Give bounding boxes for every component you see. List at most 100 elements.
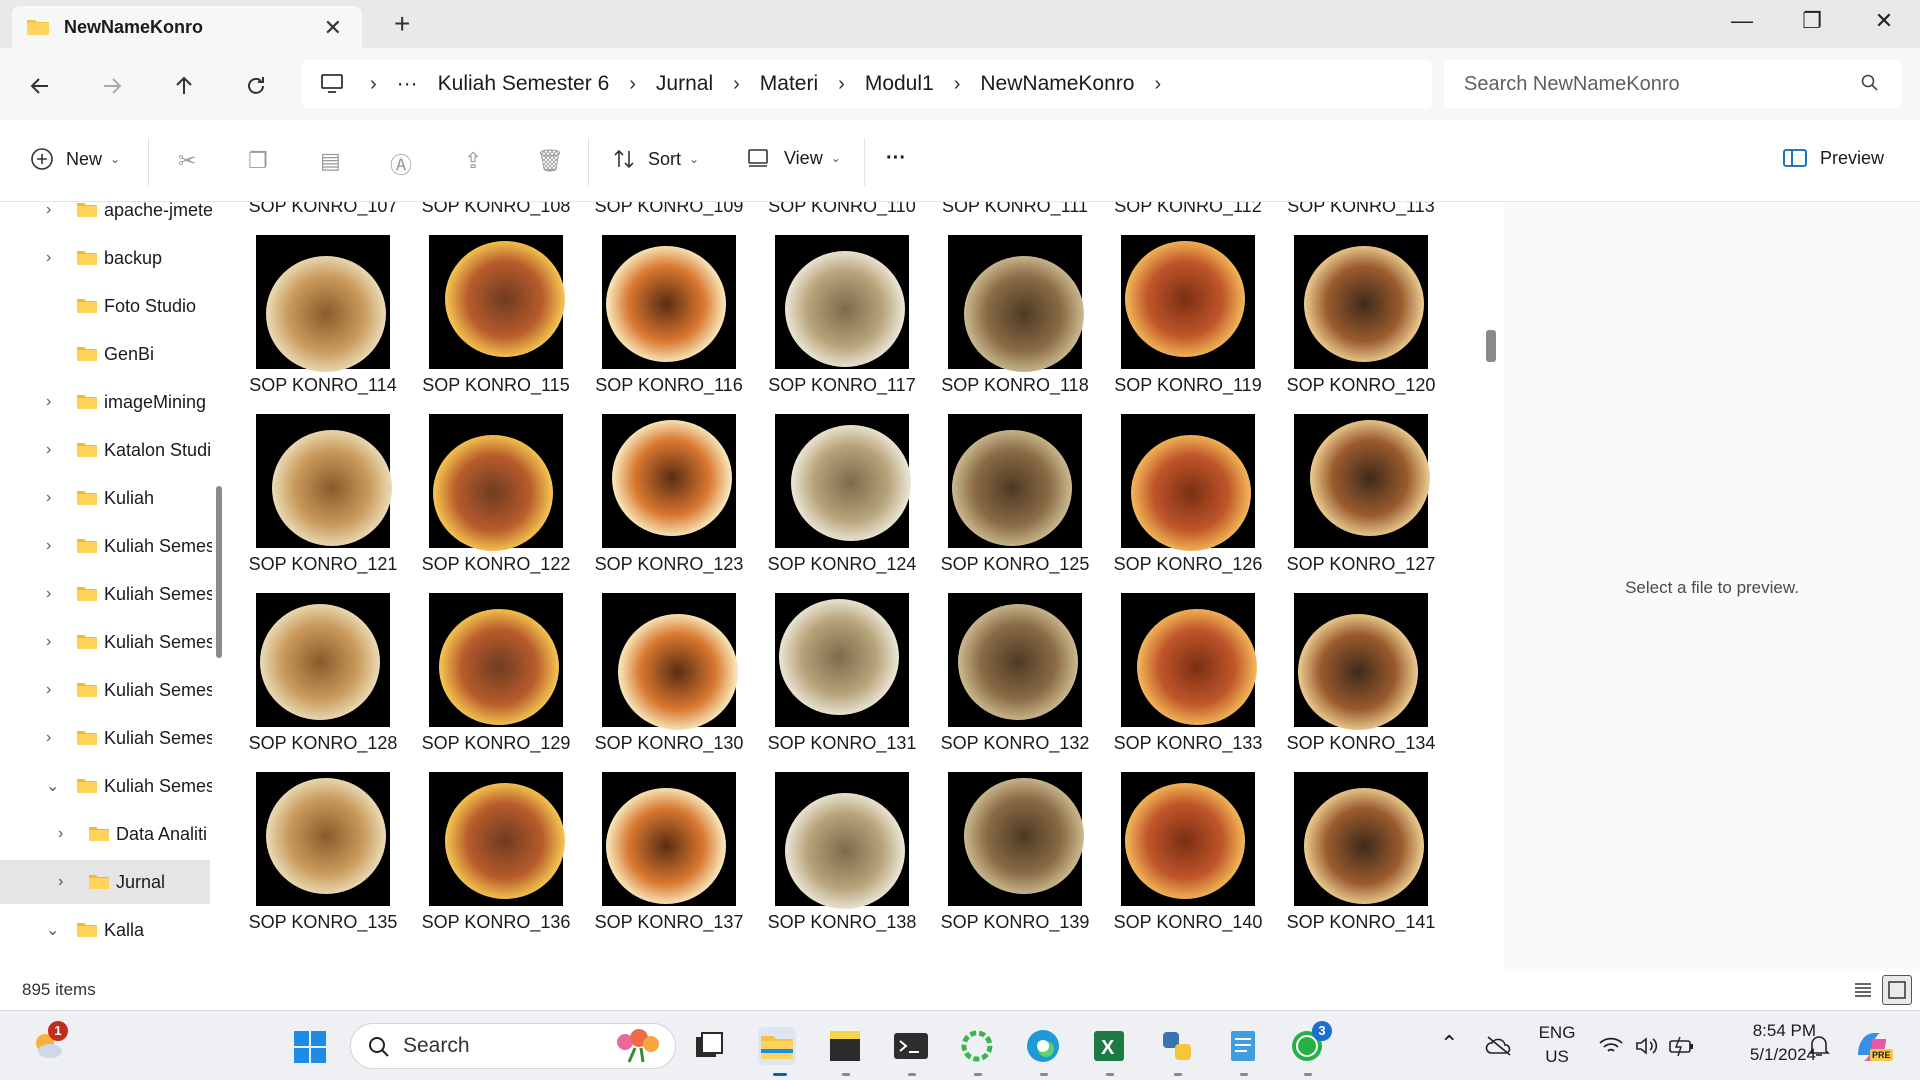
battery-icon[interactable]: [1668, 1035, 1696, 1057]
file-item[interactable]: SOP KONRO_131: [757, 587, 927, 757]
start-button[interactable]: [292, 1029, 328, 1065]
sidebar-item[interactable]: › Jurnal: [0, 860, 210, 904]
search-input[interactable]: Search NewNameKonro: [1444, 60, 1902, 108]
chevron-right-icon[interactable]: ›: [58, 825, 63, 843]
file-item[interactable]: SOP KONRO_117: [757, 229, 927, 399]
file-item[interactable]: SOP KONRO_115: [411, 229, 581, 399]
sidebar-item[interactable]: › Katalon Studi: [0, 428, 211, 472]
sidebar-item[interactable]: Foto Studio: [0, 284, 210, 328]
breadcrumb-overflow[interactable]: ···: [397, 72, 418, 96]
volume-icon[interactable]: [1634, 1035, 1658, 1057]
excel-button[interactable]: X: [1090, 1027, 1128, 1065]
whatsapp-button[interactable]: 3: [1288, 1021, 1332, 1065]
file-item[interactable]: SOP KONRO_136: [411, 766, 581, 936]
file-item[interactable]: SOP KONRO_141: [1276, 766, 1446, 936]
sidebar-item[interactable]: GenBi: [0, 332, 210, 376]
rename-icon[interactable]: Ⓐ: [390, 148, 412, 180]
details-view-icon[interactable]: [1852, 979, 1874, 1001]
breadcrumb-separator[interactable]: ›: [838, 73, 845, 96]
breadcrumb-materi[interactable]: Materi: [760, 72, 818, 96]
file-item[interactable]: SOP KONRO_116: [584, 229, 754, 399]
sidebar-item[interactable]: › Kuliah Semes: [0, 716, 212, 760]
file-explorer-button[interactable]: [758, 1027, 796, 1065]
close-window-button[interactable]: ✕: [1864, 8, 1904, 34]
paste-icon[interactable]: ▤: [320, 148, 341, 174]
cut-icon[interactable]: ✂: [178, 148, 196, 174]
app-ring-button[interactable]: [958, 1027, 996, 1065]
file-item[interactable]: SOP KONRO_122: [411, 408, 581, 578]
chevron-down-icon[interactable]: ⌄: [46, 920, 59, 940]
new-tab-button[interactable]: +: [394, 8, 410, 40]
sidebar-item[interactable]: › backup: [0, 236, 210, 280]
file-item[interactable]: SOP KONRO_108: [411, 202, 581, 220]
minimize-button[interactable]: —: [1722, 8, 1762, 34]
breadcrumb-separator[interactable]: ›: [954, 73, 961, 96]
wifi-icon[interactable]: [1598, 1035, 1624, 1057]
chevron-right-icon[interactable]: ›: [46, 585, 51, 603]
forward-button[interactable]: [94, 68, 130, 104]
sidebar-scrollbar[interactable]: [216, 486, 222, 658]
chevron-right-icon[interactable]: ›: [46, 249, 51, 267]
breadcrumb-newnamekonro[interactable]: NewNameKonro: [980, 72, 1134, 96]
file-item[interactable]: SOP KONRO_137: [584, 766, 754, 936]
sticky-notes-button[interactable]: [826, 1027, 864, 1065]
file-item[interactable]: SOP KONRO_110: [757, 202, 927, 220]
file-item[interactable]: SOP KONRO_123: [584, 408, 754, 578]
weather-widget[interactable]: 1: [30, 1021, 68, 1063]
large-icons-view-button[interactable]: [1882, 975, 1912, 1005]
file-item[interactable]: SOP KONRO_127: [1276, 408, 1446, 578]
terminal-button[interactable]: [892, 1027, 930, 1065]
notifications-bell-icon[interactable]: [1806, 1033, 1832, 1059]
share-icon[interactable]: ⇪: [464, 148, 482, 174]
show-hidden-icons-chevron-up-icon[interactable]: ⌃: [1440, 1031, 1458, 1057]
file-item[interactable]: SOP KONRO_140: [1103, 766, 1273, 936]
file-item[interactable]: SOP KONRO_133: [1103, 587, 1273, 757]
sidebar-item[interactable]: › Kuliah Semes: [0, 620, 212, 664]
onedrive-icon[interactable]: [1484, 1035, 1514, 1057]
file-item[interactable]: SOP KONRO_138: [757, 766, 927, 936]
file-item[interactable]: SOP KONRO_126: [1103, 408, 1273, 578]
taskbar-search[interactable]: Search: [350, 1023, 676, 1069]
file-item[interactable]: SOP KONRO_114: [238, 229, 408, 399]
file-item[interactable]: SOP KONRO_128: [238, 587, 408, 757]
up-button[interactable]: [166, 68, 202, 104]
window-tab[interactable]: NewNameKonro ✕: [12, 6, 362, 48]
copy-icon[interactable]: ❐: [248, 148, 268, 174]
chevron-right-icon[interactable]: ›: [46, 441, 51, 459]
sidebar-item[interactable]: › Kuliah Semes: [0, 524, 212, 568]
file-item[interactable]: SOP KONRO_111: [930, 202, 1100, 220]
breadcrumb-separator[interactable]: ›: [733, 73, 740, 96]
breadcrumb-jurnal[interactable]: Jurnal: [656, 72, 713, 96]
file-item[interactable]: SOP KONRO_107: [238, 202, 408, 220]
chevron-right-icon[interactable]: ›: [46, 202, 51, 219]
sidebar-item[interactable]: › Kuliah: [0, 476, 210, 520]
edge-button[interactable]: [1024, 1027, 1062, 1065]
file-item[interactable]: SOP KONRO_119: [1103, 229, 1273, 399]
sidebar-item[interactable]: ⌄ Kuliah Semes: [0, 764, 212, 808]
sidebar-item[interactable]: ⌄ Kalla: [0, 908, 210, 952]
close-tab-button[interactable]: ✕: [324, 15, 342, 41]
sidebar-item[interactable]: › apache-jmete: [0, 202, 212, 232]
file-item[interactable]: SOP KONRO_125: [930, 408, 1100, 578]
restore-button[interactable]: ❐: [1792, 8, 1832, 34]
chevron-right-icon[interactable]: ›: [46, 681, 51, 699]
sidebar-item[interactable]: › Data Analiti: [0, 812, 210, 856]
breadcrumb-separator[interactable]: ›: [1154, 73, 1161, 96]
breadcrumb-kuliah-semester-6[interactable]: Kuliah Semester 6: [438, 72, 610, 96]
delete-icon[interactable]: 🗑: [536, 148, 564, 174]
input-language[interactable]: ENG US: [1534, 1023, 1580, 1067]
python-button[interactable]: [1158, 1027, 1196, 1065]
file-item[interactable]: SOP KONRO_112: [1103, 202, 1273, 220]
sort-button[interactable]: Sort ⌄: [612, 147, 699, 171]
new-button[interactable]: New ⌄: [30, 147, 120, 171]
chevron-right-icon[interactable]: ›: [46, 537, 51, 555]
preview-button[interactable]: Preview: [1782, 147, 1884, 169]
chevron-right-icon[interactable]: ›: [46, 489, 51, 507]
breadcrumb-separator[interactable]: ›: [370, 73, 377, 96]
breadcrumb-modul1[interactable]: Modul1: [865, 72, 934, 96]
main-scrollbar[interactable]: [1486, 330, 1496, 362]
sidebar-item[interactable]: › imageMining: [0, 380, 210, 424]
chevron-right-icon[interactable]: ›: [46, 393, 51, 411]
file-item[interactable]: SOP KONRO_109: [584, 202, 754, 220]
address-bar[interactable]: › ··· Kuliah Semester 6 › Jurnal › Mater…: [302, 60, 1432, 108]
